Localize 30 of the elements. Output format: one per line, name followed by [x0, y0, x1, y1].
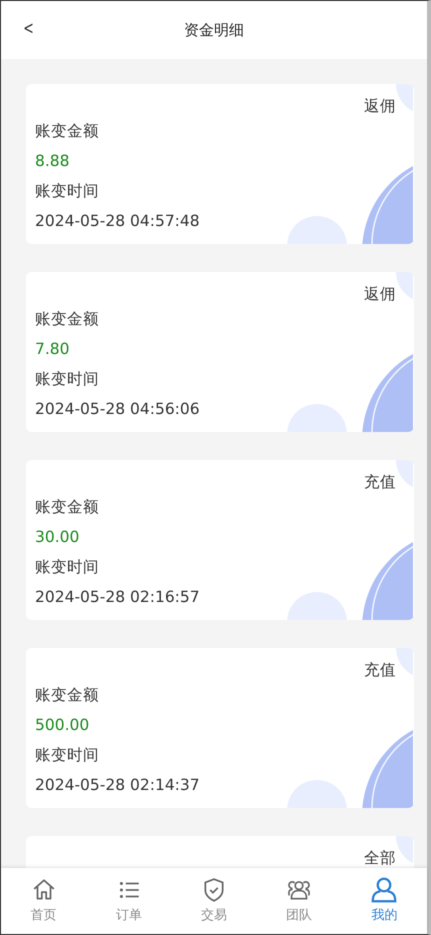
time-value: 2024-05-28 02:14:37: [35, 775, 200, 796]
amount-label: 账变金额: [35, 121, 99, 142]
corner-circle-drawing: [396, 836, 413, 866]
nav-tab[interactable]: 交易: [171, 868, 257, 934]
nav-tab[interactable]: 首页: [1, 868, 86, 934]
time-value: 2024-05-28 04:57:48: [35, 211, 200, 232]
amount-label: 账变金额: [35, 497, 99, 518]
nav-tab[interactable]: 我的: [342, 868, 428, 934]
record-type: 返佣: [364, 96, 396, 116]
time-label: 账变时间: [35, 557, 99, 578]
amount-value: 8.88: [35, 151, 70, 172]
person-icon: [369, 875, 400, 905]
amount-label: 账变金额: [35, 685, 99, 706]
amount-value: 500.00: [35, 715, 90, 736]
back-button[interactable]: <: [22, 18, 36, 40]
amount-label: 账变金额: [35, 309, 99, 330]
record-type: 充值: [364, 472, 396, 492]
time-label: 账变时间: [35, 369, 99, 390]
time-value: 2024-05-28 04:56:06: [35, 399, 200, 420]
time-label: 账变时间: [35, 181, 99, 202]
time-value: 2024-05-28 02:16:57: [35, 587, 200, 608]
record-type: 返佣: [364, 284, 396, 304]
nav-tab[interactable]: 团队: [256, 868, 342, 934]
amount-value: 7.80: [35, 339, 70, 360]
record-type: 充值: [364, 660, 396, 680]
page-title: 资金明细: [184, 20, 244, 40]
amount-value: 30.00: [35, 527, 80, 548]
time-label: 账变时间: [35, 745, 99, 766]
nav-tab[interactable]: 订单: [86, 868, 172, 934]
record-type: 全部: [364, 848, 396, 868]
